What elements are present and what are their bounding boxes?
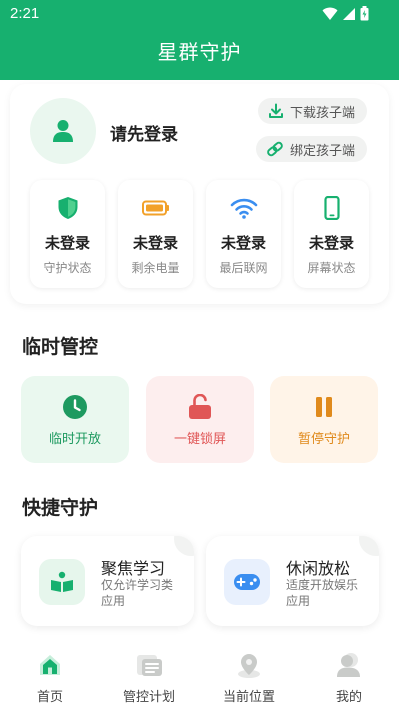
cell-signal-icon [343, 7, 355, 20]
status-value: 未登录 [220, 234, 266, 252]
pause-guard-button[interactable]: 暂停守护 [270, 376, 378, 463]
status-value: 未登录 [132, 234, 178, 252]
focus-study-icon-box [39, 559, 85, 605]
account-card: 请先登录 下载孩子端 绑定孩子端 未登录 守护状态 未登录 剩余电量 未登录 最… [10, 84, 389, 304]
card-corner-decoration [174, 536, 194, 556]
status-label: 守护状态 [43, 261, 92, 275]
lock-icon [189, 394, 211, 419]
status-label: 剩余电量 [131, 261, 180, 275]
tab-label: 我的 [335, 690, 362, 705]
status-tile-network[interactable]: 未登录 最后联网 [206, 180, 281, 288]
tab-label: 当前位置 [222, 690, 275, 705]
gamepad-icon [234, 574, 260, 590]
leisure-relax-title: 休闲放松 [286, 559, 351, 578]
bind-label: 绑定孩子端 [289, 143, 355, 159]
book-icon [51, 571, 73, 592]
schedule-icon [137, 655, 162, 676]
clock-icon [63, 395, 87, 419]
quick-guard-title: 快捷守护 [22, 497, 99, 519]
leisure-relax-card[interactable]: 休闲放松 适度开放娱乐应用 [206, 536, 379, 626]
status-time: 2:21 [10, 5, 40, 22]
status-tile-guard[interactable]: 未登录 守护状态 [30, 180, 105, 288]
home-icon [40, 655, 60, 675]
status-tiles: 未登录 守护状态 未登录 剩余电量 未登录 最后联网 未登录 屏幕状态 [30, 180, 369, 288]
one-click-lock-label: 一键锁屏 [173, 432, 226, 447]
tab-label: 管控计划 [122, 690, 175, 705]
profile-icon [337, 653, 360, 677]
status-tile-screen[interactable]: 未登录 屏幕状态 [294, 180, 369, 288]
leisure-relax-desc: 适度开放娱乐应用 [286, 578, 359, 608]
app-bar: 星群守护 [0, 28, 399, 80]
location-icon [238, 654, 260, 678]
tab-home[interactable]: 首页 [10, 650, 90, 705]
pause-guard-label: 暂停守护 [297, 432, 350, 447]
battery-icon [141, 200, 169, 216]
status-value: 未登录 [308, 234, 354, 252]
app-title: 星群守护 [157, 40, 242, 64]
focus-study-card[interactable]: 聚焦学习 仅允许学习类应用 [21, 536, 194, 626]
pause-icon [316, 397, 332, 417]
bottom-tab-bar: 首页 管控计划 当前位置 我的 [0, 640, 399, 711]
wifi-icon [230, 198, 257, 219]
temporary-open-button[interactable]: 临时开放 [21, 376, 129, 463]
download-icon [268, 103, 283, 118]
focus-study-desc: 仅允许学习类应用 [101, 578, 174, 608]
status-label: 最后联网 [219, 261, 268, 275]
phone-icon [323, 196, 340, 220]
avatar[interactable] [30, 98, 96, 164]
download-label: 下载孩子端 [289, 105, 355, 121]
focus-study-title: 聚焦学习 [101, 559, 166, 578]
status-label: 屏幕状态 [307, 261, 356, 275]
bind-child-app-button[interactable]: 绑定孩子端 [255, 136, 367, 162]
login-prompt[interactable]: 请先登录 [110, 120, 178, 145]
status-bar: 2:21 [0, 0, 399, 28]
tab-control-plan[interactable]: 管控计划 [109, 650, 189, 705]
system-icons [322, 6, 369, 21]
download-child-app-button[interactable]: 下载孩子端 [257, 98, 367, 124]
tab-current-location[interactable]: 当前位置 [209, 650, 289, 705]
card-corner-decoration [359, 536, 379, 556]
tab-mine[interactable]: 我的 [309, 650, 389, 705]
temporary-open-label: 临时开放 [48, 432, 101, 447]
shield-icon [58, 197, 77, 219]
link-icon [267, 141, 283, 157]
tab-label: 首页 [36, 690, 63, 705]
temp-control-title: 临时管控 [22, 336, 99, 358]
wifi-signal-icon [322, 7, 338, 20]
one-click-lock-button[interactable]: 一键锁屏 [146, 376, 254, 463]
leisure-relax-icon-box [224, 559, 270, 605]
battery-status-icon [360, 6, 369, 21]
status-value: 未登录 [44, 234, 90, 252]
status-tile-battery[interactable]: 未登录 剩余电量 [118, 180, 193, 288]
user-icon [53, 120, 73, 142]
